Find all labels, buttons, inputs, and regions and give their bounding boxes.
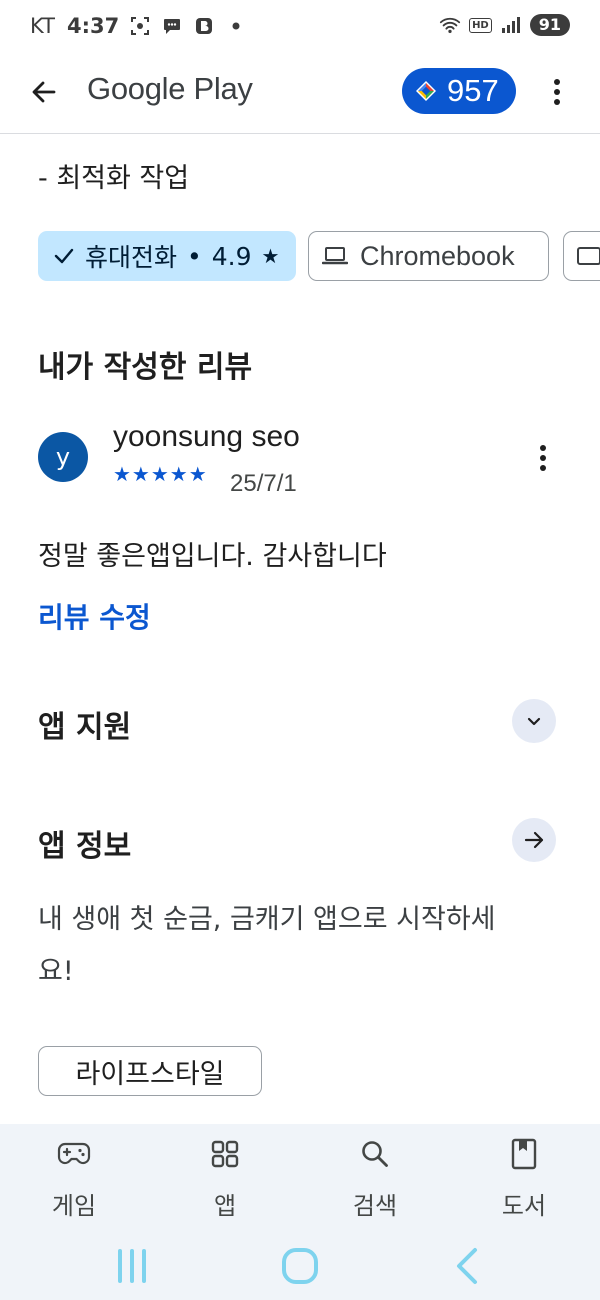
signal-icon: [500, 14, 522, 36]
status-right: HD 91: [439, 14, 570, 36]
nav-apps-label: 앱: [213, 1192, 237, 1220]
device-filter-phone[interactable]: 휴대전화 • 4.9 ★: [38, 231, 296, 281]
status-bar: KT 4:37 HD 91: [0, 0, 600, 56]
message-notification-icon: [161, 15, 183, 37]
nav-search-label: 검색: [352, 1192, 398, 1220]
apps-grid-icon: [207, 1136, 243, 1172]
nav-search[interactable]: 검색: [315, 1124, 435, 1234]
recent-apps-button[interactable]: [112, 1244, 152, 1288]
edit-review-link[interactable]: 리뷰 수정: [38, 596, 151, 636]
review-more-button[interactable]: [526, 438, 560, 478]
screenshot-notification-icon: [129, 15, 151, 37]
system-back-icon: [457, 1248, 477, 1284]
chevron-down-icon: [527, 717, 541, 726]
carrier-label: KT: [30, 14, 55, 38]
hd-voice-badge: HD: [469, 17, 492, 33]
nav-games[interactable]: 게임: [14, 1124, 134, 1234]
more-vert-icon: [554, 79, 560, 105]
star-icon: ★: [261, 244, 280, 268]
system-back-button[interactable]: [446, 1244, 486, 1288]
home-button[interactable]: [278, 1244, 322, 1288]
wifi-icon: [439, 14, 461, 36]
device-filter-chromebook[interactable]: Chromebook: [308, 231, 549, 281]
arrow-forward-icon: [524, 831, 544, 849]
battery-level: 91: [529, 14, 570, 36]
avatar: y: [38, 432, 88, 482]
scrolled-off-line: [38, 118, 158, 134]
arrow-back-icon: [32, 81, 56, 103]
play-points-chip[interactable]: 957: [402, 68, 516, 114]
google-play-brand: Google Play: [87, 71, 253, 106]
search-icon: [357, 1136, 393, 1172]
play-points-value: 957: [447, 73, 499, 108]
app-info-heading[interactable]: 앱 정보: [38, 821, 131, 865]
home-icon: [282, 1248, 318, 1284]
category-chip[interactable]: 라이프스타일: [38, 1046, 262, 1096]
gamepad-icon: [56, 1136, 92, 1172]
nav-books[interactable]: 도서: [464, 1124, 584, 1234]
tablet-icon: [577, 247, 600, 265]
review-stars: ★★★★★: [113, 462, 208, 486]
system-navigation-bar: [0, 1234, 600, 1300]
changelog-item: - 최적화 작업: [38, 163, 190, 194]
back-button[interactable]: [22, 70, 66, 114]
separator-dot: •: [187, 241, 202, 271]
nav-games-label: 게임: [51, 1192, 97, 1220]
app-support-expand-button[interactable]: [512, 699, 556, 743]
device-filter-row: 휴대전화 • 4.9 ★ Chromebook: [38, 231, 600, 281]
review-text: 정말 좋은앱입니다. 감사합니다: [38, 541, 387, 572]
check-icon: [54, 248, 74, 264]
device-filter-phone-label: 휴대전화: [85, 243, 178, 272]
device-filter-tablet[interactable]: [563, 231, 600, 281]
app-support-heading[interactable]: 앱 지원: [38, 702, 131, 746]
nav-apps[interactable]: 앱: [165, 1124, 285, 1234]
my-review-heading: 내가 작성한 리뷰: [38, 350, 253, 385]
app-info-open-button[interactable]: [512, 818, 556, 862]
device-filter-phone-rating: 4.9: [211, 241, 252, 271]
device-filter-chromebook-label: Chromebook: [360, 240, 515, 271]
bottom-navigation: 게임 앱 검색 도서: [0, 1124, 600, 1234]
clock: 4:37: [66, 14, 120, 38]
status-left: KT 4:37: [30, 14, 247, 38]
more-notifications-dot-icon: [225, 15, 247, 37]
play-points-diamond-icon: [416, 81, 436, 101]
more-options-button[interactable]: [540, 70, 574, 114]
more-vert-icon: [540, 445, 546, 471]
nav-books-label: 도서: [501, 1192, 547, 1220]
review-date: 25/7/1: [230, 470, 297, 497]
b-app-notification-icon: [193, 15, 215, 37]
app-description: 내 생애 첫 순금, 금캐기 앱으로 시작하세요!: [38, 904, 496, 987]
laptop-icon: [322, 247, 348, 265]
recent-apps-icon: [118, 1249, 146, 1283]
reviewer-name: yoonsung seo: [113, 420, 300, 453]
book-icon: [506, 1136, 542, 1172]
